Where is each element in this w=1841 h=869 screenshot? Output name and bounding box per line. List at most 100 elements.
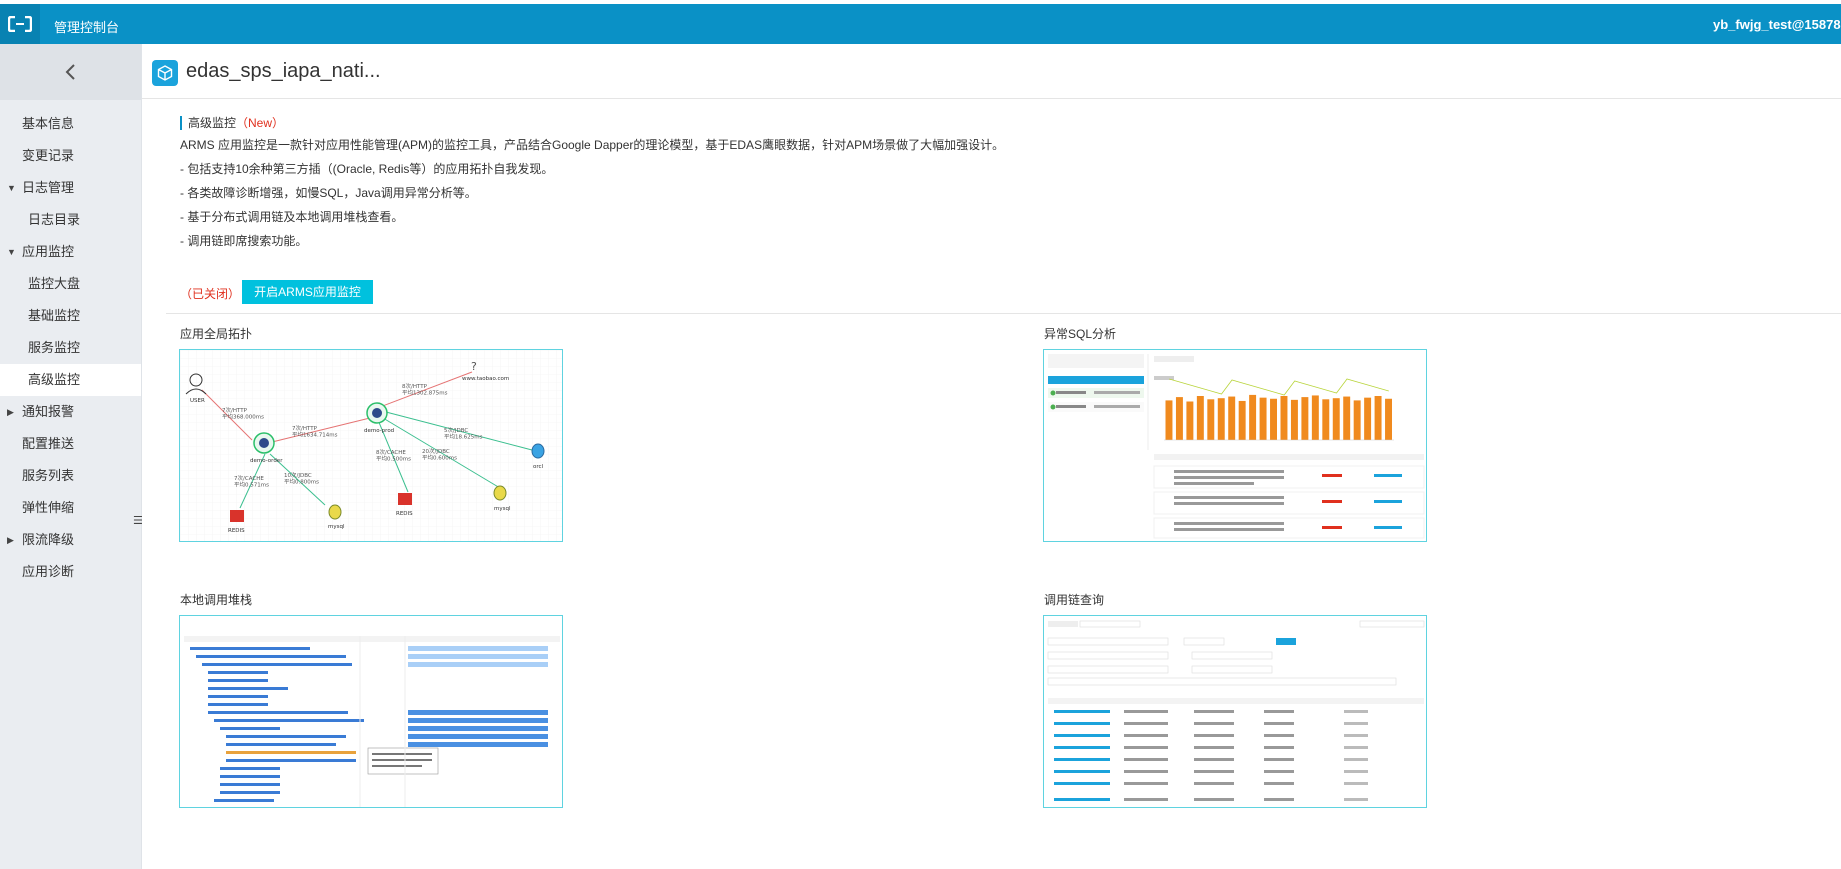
sidebar-item-log-directory[interactable]: 日志目录 (0, 204, 141, 236)
sidebar-item-basic-info[interactable]: 基本信息 (0, 108, 141, 140)
topology-diagram: 7次/HTTP 平均368.000ms 7次/HTTP 平均1634.714ms 8… (180, 350, 562, 541)
unknown-host-icon: ? (471, 360, 477, 373)
sql-bar (1217, 398, 1225, 440)
card-title-topology: 应用全局拓扑 (180, 327, 253, 341)
caret-down-icon: ▼ (7, 183, 16, 193)
feature-bullet: - 基于分布式调用链及本地调用堆栈查看。 (180, 210, 404, 224)
node-label: demo-order (250, 458, 283, 464)
node-label: REDIS (228, 528, 245, 534)
sidebar-item-service-list[interactable]: 服务列表 (0, 460, 141, 492)
sidebar-item-label: 应用监控 (22, 244, 75, 259)
sidebar-item-label: 变更记录 (22, 148, 75, 163)
cube-icon (152, 60, 178, 86)
sql-bar (1311, 395, 1319, 440)
divider (142, 98, 1841, 99)
sql-bar (1207, 399, 1215, 440)
card-title-trace-query: 调用链查询 (1044, 593, 1105, 607)
mysql-icon (493, 485, 507, 501)
sidebar-item-label: 弹性伸缩 (22, 500, 75, 515)
sql-bar (1196, 396, 1204, 440)
topology-preview[interactable]: 7次/HTTP 平均368.000ms 7次/HTTP 平均1634.714ms 8… (179, 349, 563, 542)
main-content: edas_sps_iapa_nati... 高级监控（New） ARMS 应用监… (142, 44, 1841, 869)
sql-bar (1322, 399, 1330, 440)
sql-bar (1353, 400, 1361, 440)
node-label: mysql (328, 524, 345, 530)
section-heading-text: 高级监控 (188, 116, 237, 130)
sql-analysis-preview[interactable] (1043, 349, 1427, 542)
sql-bar (1175, 397, 1183, 440)
mysql-icon (328, 504, 342, 520)
sidebar-item-log-management[interactable]: ▼ 日志管理 (0, 172, 141, 204)
sidebar-item-basic-monitoring[interactable]: 基础监控 (0, 300, 141, 332)
redis-icon (230, 510, 244, 522)
node-label: demo-prod (364, 428, 394, 434)
sql-bar (1165, 400, 1173, 440)
sql-bar (1270, 398, 1277, 440)
feature-bullet: - 各类故障诊断增强，如慢SQL，Java调用异常分析等。 (180, 186, 477, 200)
sidebar-item-config-push[interactable]: 配置推送 (0, 428, 141, 460)
sidebar: 基本信息 变更记录 ▼ 日志管理 日志目录 ▼ 应用监控 监控大盘 基础监控 服务监… (0, 44, 143, 869)
sidebar-item-alerts[interactable]: ▶ 通知报警 (0, 396, 141, 428)
new-badge: （New） (236, 116, 285, 130)
chevron-left-icon (65, 64, 75, 80)
caret-down-icon: ▼ (7, 247, 16, 257)
node-label: REDIS (396, 511, 413, 517)
sql-bar (1280, 396, 1288, 440)
sidebar-item-label: 服务列表 (22, 468, 75, 483)
sql-bar (1364, 397, 1372, 440)
section-heading: 高级监控（New） (180, 116, 1280, 130)
sidebar-item-dashboard[interactable]: 监控大盘 (0, 268, 141, 300)
page-title: edas_sps_iapa_nati... (186, 60, 381, 82)
sidebar-item-label: 限流降级 (22, 532, 75, 547)
feature-bullet: - 包括支持10余种第三方插（(Oracle, Redis等）的应用拓扑自我发现… (180, 162, 554, 176)
sidebar-item-label: 配置推送 (22, 436, 75, 451)
sidebar-item-label: 高级监控 (28, 372, 81, 387)
sidebar-item-label: 服务监控 (28, 340, 81, 355)
sql-bar (1332, 398, 1340, 440)
sql-bar (1186, 401, 1194, 440)
trace-query-preview[interactable] (1043, 615, 1427, 808)
aliyun-logo-icon[interactable] (0, 4, 40, 44)
sql-bar (1228, 396, 1236, 440)
sql-bar (1301, 397, 1309, 440)
sidebar-item-label: 通知报警 (22, 404, 75, 419)
enable-arms-button[interactable]: 开启ARMS应用监控 (242, 280, 373, 304)
console-link[interactable]: 管理控制台 (54, 17, 119, 36)
sidebar-item-app-monitoring[interactable]: ▼ 应用监控 (0, 236, 141, 268)
local-call-stack-preview[interactable] (179, 615, 563, 808)
card-title-local-stack: 本地调用堆栈 (180, 593, 253, 607)
sidebar-item-label: 基础监控 (28, 308, 81, 323)
trace-query-screenshot (1044, 616, 1426, 807)
sidebar-item-label: 日志管理 (22, 180, 75, 195)
sidebar-item-change-log[interactable]: 变更记录 (0, 140, 141, 172)
sidebar-item-app-diagnosis[interactable]: 应用诊断 (0, 556, 141, 588)
sidebar-item-rate-limiting[interactable]: ▶ 限流降级 (0, 524, 141, 556)
advanced-monitoring-section: 高级监控（New） ARMS 应用监控是一款针对应用性能管理(APM)的监控工具… (180, 116, 1280, 248)
divider (166, 313, 1841, 314)
sidebar-item-label: 基本信息 (22, 116, 75, 131)
node-label: www.taobao.com (462, 376, 509, 382)
card-title-sql-analysis: 异常SQL分析 (1044, 327, 1117, 341)
caret-right-icon: ▶ (7, 535, 14, 545)
sidebar-item-label: 监控大盘 (28, 276, 81, 291)
sql-bar (1343, 396, 1351, 440)
sidebar-item-label: 应用诊断 (22, 564, 75, 579)
oracle-icon (531, 443, 545, 459)
sidebar-item-advanced-monitoring[interactable]: 高级监控 (0, 364, 141, 396)
sql-bar (1238, 400, 1246, 440)
sidebar-item-auto-scaling[interactable]: 弹性伸缩 (0, 492, 141, 524)
sidebar-nav: 基本信息 变更记录 ▼ 日志管理 日志目录 ▼ 应用监控 监控大盘 基础监控 服务监… (0, 100, 141, 588)
intro-text: ARMS 应用监控是一款针对应用性能管理(APM)的监控工具，产品结合Googl… (180, 138, 1005, 152)
caret-right-icon: ▶ (7, 407, 14, 417)
sql-bar (1290, 399, 1298, 440)
sidebar-collapse-button[interactable] (0, 44, 141, 100)
feature-bullet: - 调用链即席搜索功能。 (180, 234, 308, 248)
node-label: mysql (494, 506, 511, 512)
status-closed-label: （已关闭） (180, 287, 241, 301)
call-stack-screenshot (180, 616, 562, 807)
sql-analysis-screenshot (1044, 350, 1426, 541)
node-label: orcl (533, 464, 544, 470)
user-account[interactable]: yb_fwjg_test@15878688 (1713, 17, 1841, 32)
redis-icon (398, 493, 412, 505)
sidebar-item-service-monitoring[interactable]: 服务监控 (0, 332, 141, 364)
